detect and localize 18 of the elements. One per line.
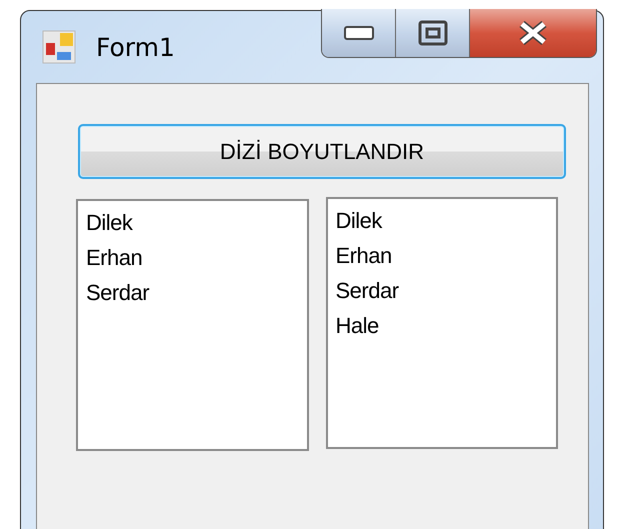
resize-array-button[interactable]: DİZİ BOYUTLANDIR [78,124,566,179]
list-item[interactable]: Hale [336,308,548,343]
list-item[interactable]: Erhan [86,240,298,275]
maximize-button[interactable] [396,9,470,57]
list-item[interactable]: Dilek [336,203,548,238]
close-button[interactable] [470,9,596,57]
list-box[interactable]: Dilek Erhan Serdar Hale [326,197,558,449]
list-item[interactable]: Serdar [336,273,548,308]
minimize-button[interactable] [322,9,396,57]
list-item[interactable]: Serdar [86,275,298,310]
form-icon [42,30,76,64]
close-icon [518,21,548,45]
list-box[interactable]: Dilek Erhan Serdar [76,199,308,451]
list-item[interactable]: Erhan [336,238,548,273]
window-title: Form1 [96,32,175,62]
restore-icon [418,20,448,46]
list-item[interactable]: Dilek [86,205,298,240]
minimize-icon [344,26,374,40]
